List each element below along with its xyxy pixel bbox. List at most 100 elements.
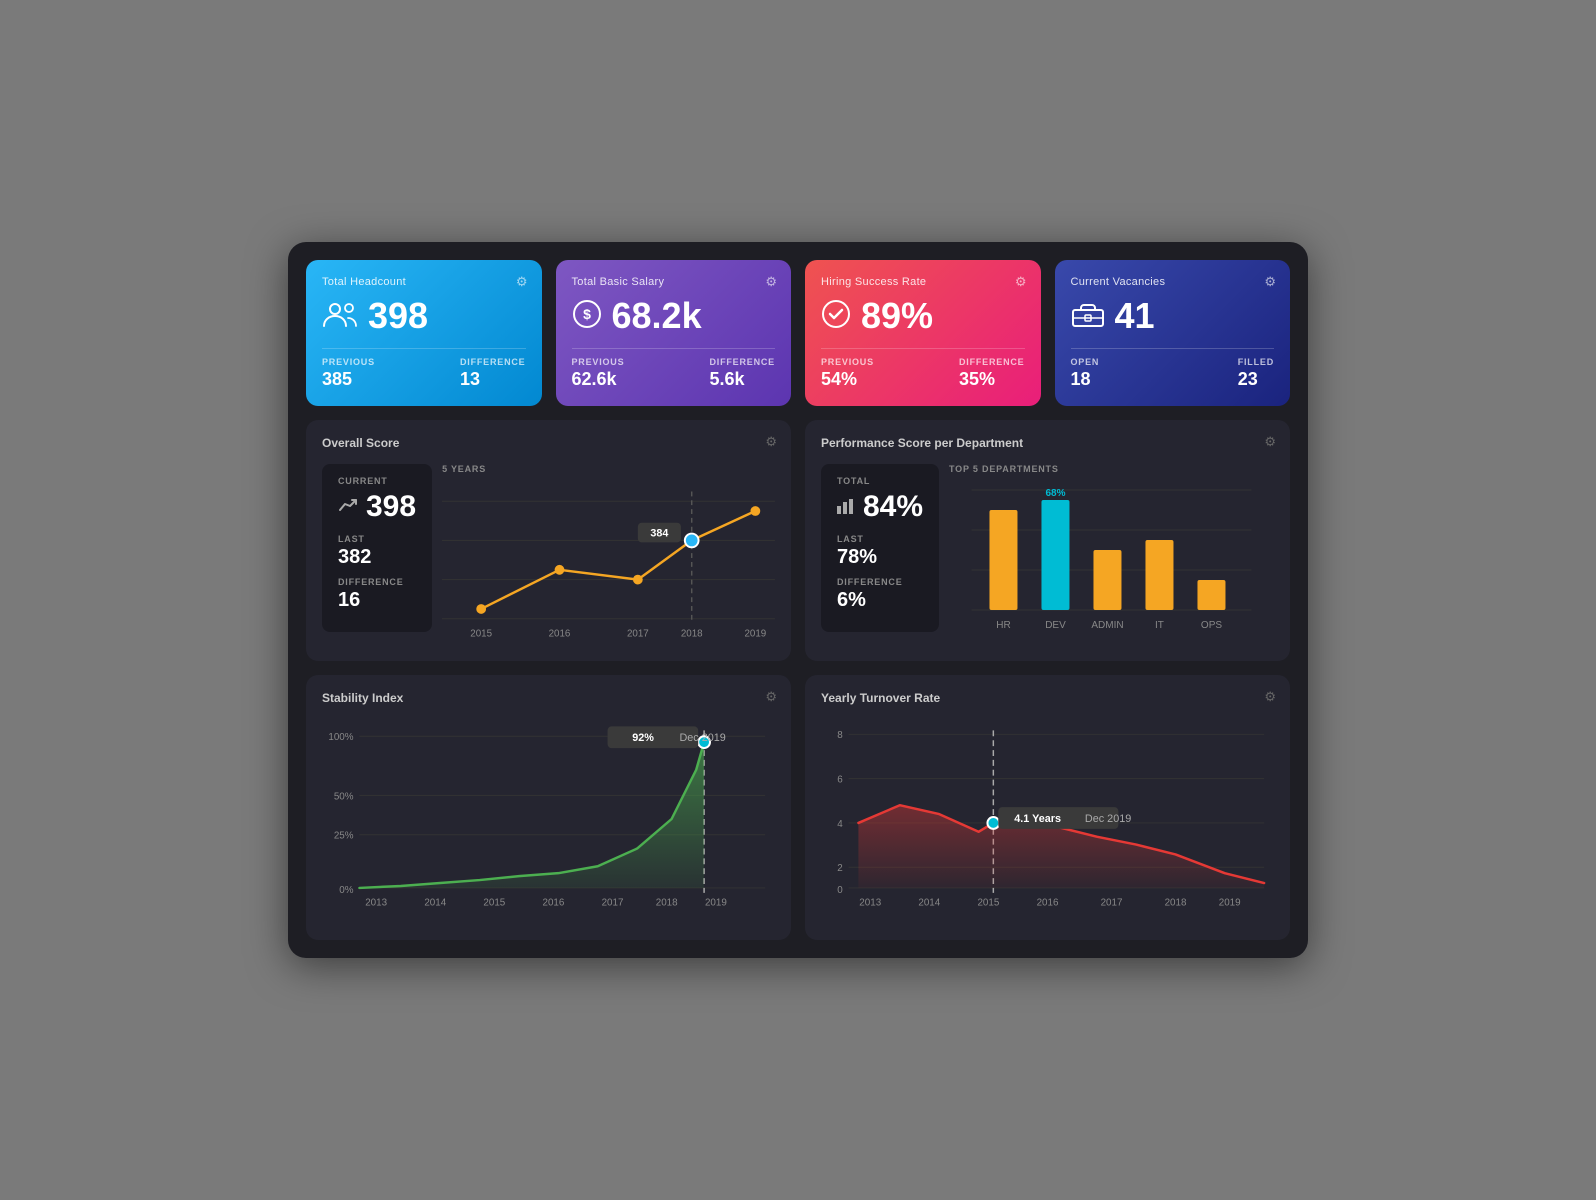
svg-text:0%: 0%	[339, 885, 353, 896]
kpi-headcount-diff: DIFFERENCE 13	[460, 357, 526, 390]
stability-panel: Stability Index ⚙ 100% 50% 25% 0%	[306, 675, 791, 940]
overall-score-chart: 5 YEARS	[442, 464, 775, 645]
bottom-chart-row: Stability Index ⚙ 100% 50% 25% 0%	[306, 675, 1290, 940]
kpi-hiring-footer: PREVIOUS 54% DIFFERENCE 35%	[821, 348, 1025, 390]
svg-text:4.1 Years: 4.1 Years	[1014, 813, 1061, 825]
kpi-vacancies-footer: OPEN 18 FILLED 23	[1071, 348, 1275, 390]
svg-text:25%: 25%	[334, 831, 354, 842]
kpi-hiring-main: 89%	[821, 298, 1025, 334]
kpi-vacancies-filled: FILLED 23	[1238, 357, 1274, 390]
salary-icon: $	[572, 299, 602, 334]
kpi-vacancies-main: 41	[1071, 298, 1275, 334]
kpi-vacancies-title: Current Vacancies	[1071, 276, 1275, 288]
svg-text:2018: 2018	[681, 628, 703, 639]
svg-text:2013: 2013	[859, 898, 881, 909]
hiring-icon	[821, 299, 851, 334]
kpi-hiring-gear[interactable]: ⚙	[1015, 274, 1027, 290]
svg-text:6: 6	[837, 775, 843, 786]
svg-text:2018: 2018	[656, 898, 678, 909]
turnover-gear[interactable]: ⚙	[1264, 689, 1276, 705]
turnover-svg: 8 6 4 2 0	[821, 719, 1274, 919]
kpi-salary-previous: PREVIOUS 62.6k	[572, 357, 625, 390]
kpi-salary-main: $ 68.2k	[572, 298, 776, 334]
middle-chart-row: Overall Score ⚙ CURRENT 398 LAST	[306, 420, 1290, 661]
performance-score-title: Performance Score per Department	[821, 436, 1274, 450]
svg-text:2016: 2016	[1037, 898, 1059, 909]
kpi-headcount-main: 398	[322, 298, 526, 334]
headcount-icon	[322, 300, 358, 333]
kpi-salary-gear[interactable]: ⚙	[765, 274, 777, 290]
svg-text:IT: IT	[1155, 620, 1164, 631]
svg-text:50%: 50%	[334, 791, 354, 802]
dept-bar-svg: 68% HR DEV ADMIN IT OPS	[949, 480, 1274, 640]
overall-score-gear[interactable]: ⚙	[765, 434, 777, 450]
diff-label: DIFFERENCE	[338, 577, 416, 587]
svg-text:2015: 2015	[483, 898, 505, 909]
svg-text:2015: 2015	[470, 628, 492, 639]
vacancies-icon	[1071, 300, 1105, 333]
kpi-card-headcount: Total Headcount ⚙ 398 PREVIOUS 385	[306, 260, 542, 406]
kpi-row: Total Headcount ⚙ 398 PREVIOUS 385	[306, 260, 1290, 406]
kpi-hiring-diff: DIFFERENCE 35%	[959, 357, 1025, 390]
perf-panel-content: TOTAL 84% LAST 78% DIFFERENCE	[821, 464, 1274, 645]
svg-text:2017: 2017	[627, 628, 649, 639]
perf-diff-label: DIFFERENCE	[837, 577, 923, 587]
top5-dept-label: TOP 5 DEPARTMENTS	[949, 464, 1274, 474]
stability-title: Stability Index	[322, 691, 775, 705]
last-value: 382	[338, 546, 416, 569]
dashboard: Total Headcount ⚙ 398 PREVIOUS 385	[288, 242, 1308, 958]
kpi-salary-title: Total Basic Salary	[572, 276, 776, 288]
perf-bar-icon	[837, 496, 857, 519]
chart-5years-label: 5 YEARS	[442, 464, 775, 474]
kpi-headcount-footer: PREVIOUS 385 DIFFERENCE 13	[322, 348, 526, 390]
kpi-salary-footer: PREVIOUS 62.6k DIFFERENCE 5.6k	[572, 348, 776, 390]
svg-text:4: 4	[837, 819, 843, 830]
svg-text:2013: 2013	[365, 898, 387, 909]
svg-text:8: 8	[837, 730, 843, 741]
kpi-headcount-value: 398	[368, 298, 428, 334]
current-label: CURRENT	[338, 476, 416, 486]
svg-text:OPS: OPS	[1201, 620, 1222, 631]
svg-text:2014: 2014	[918, 898, 940, 909]
kpi-hiring-value: 89%	[861, 298, 933, 334]
svg-text:$: $	[583, 306, 591, 322]
svg-text:2015: 2015	[977, 898, 999, 909]
diff-value: 16	[338, 589, 416, 612]
svg-text:2019: 2019	[1219, 898, 1241, 909]
kpi-hiring-title: Hiring Success Rate	[821, 276, 1025, 288]
total-label: TOTAL	[837, 476, 923, 486]
svg-text:Dec 2019: Dec 2019	[679, 732, 725, 744]
overall-score-svg: 384 2015 2016 2017 2018 2019	[442, 480, 775, 640]
svg-text:HR: HR	[996, 620, 1010, 631]
current-value: 398	[366, 490, 416, 524]
kpi-salary-diff: DIFFERENCE 5.6k	[709, 357, 775, 390]
svg-text:DEV: DEV	[1045, 620, 1066, 631]
perf-diff-value: 6%	[837, 589, 923, 612]
overall-score-content: CURRENT 398 LAST 382 DIFFERENCE 16	[322, 464, 775, 645]
svg-text:384: 384	[650, 527, 668, 539]
turnover-title: Yearly Turnover Rate	[821, 691, 1274, 705]
perf-last-label: LAST	[837, 534, 923, 544]
dept-bar-chart: TOP 5 DEPARTMENTS 68%	[949, 464, 1274, 645]
perf-last-value: 78%	[837, 546, 923, 569]
svg-text:2016: 2016	[542, 898, 564, 909]
overall-score-title: Overall Score	[322, 436, 775, 450]
svg-text:2017: 2017	[1101, 898, 1123, 909]
overall-score-infobox: CURRENT 398 LAST 382 DIFFERENCE 16	[322, 464, 432, 632]
kpi-headcount-gear[interactable]: ⚙	[516, 274, 528, 290]
kpi-hiring-previous: PREVIOUS 54%	[821, 357, 874, 390]
svg-text:2018: 2018	[1165, 898, 1187, 909]
svg-text:2019: 2019	[705, 898, 727, 909]
performance-score-panel: Performance Score per Department ⚙ TOTAL	[805, 420, 1290, 661]
perf-info-box: TOTAL 84% LAST 78% DIFFERENCE	[821, 464, 939, 632]
kpi-vacancies-gear[interactable]: ⚙	[1264, 274, 1276, 290]
score-trend-icon	[338, 496, 360, 519]
stability-gear[interactable]: ⚙	[765, 689, 777, 705]
svg-text:92%: 92%	[632, 732, 654, 744]
svg-text:2016: 2016	[549, 628, 571, 639]
kpi-vacancies-open: OPEN 18	[1071, 357, 1100, 390]
overall-score-panel: Overall Score ⚙ CURRENT 398 LAST	[306, 420, 791, 661]
svg-text:100%: 100%	[328, 732, 353, 743]
svg-text:2: 2	[837, 863, 842, 874]
performance-gear[interactable]: ⚙	[1264, 434, 1276, 450]
